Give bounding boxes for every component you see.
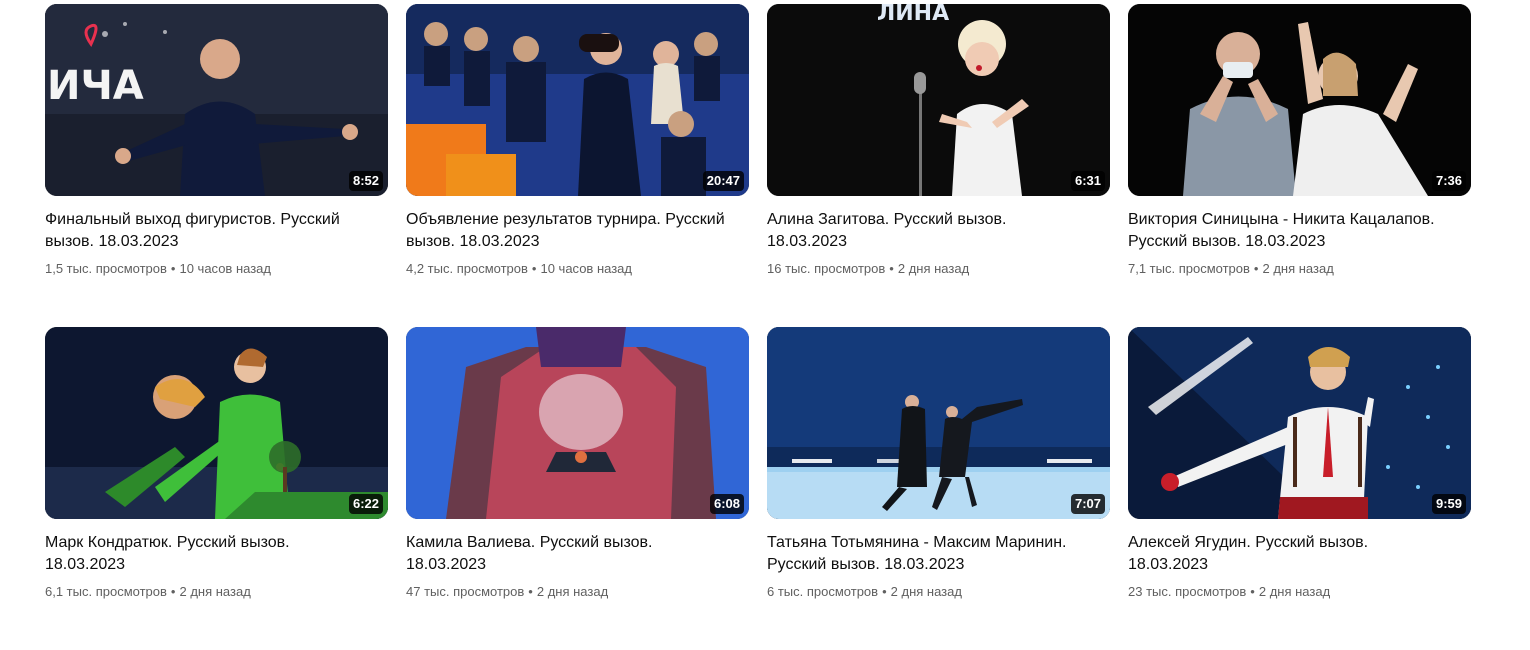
upload-age: 2 дня назад	[1258, 584, 1331, 599]
thumbnail-image	[1128, 4, 1471, 196]
video-card[interactable]: ИЧА 8:52 Финальный выход фигуристов. Рус…	[45, 4, 388, 327]
view-count: 4,2 тыс. просмотров	[406, 261, 528, 276]
video-card[interactable]: 7:07 Татьяна Тотьмянина - Максим Маринин…	[767, 327, 1110, 650]
video-thumbnail[interactable]: 20:47	[406, 4, 749, 196]
meta-separator: •	[882, 584, 887, 599]
video-meta: 4,2 тыс. просмотров • 10 часов назад	[406, 260, 749, 278]
video-duration: 20:47	[702, 171, 744, 191]
video-duration: 6:22	[348, 494, 383, 514]
video-thumbnail[interactable]: ИЧА 8:52	[45, 4, 388, 196]
view-count: 23 тыс. просмотров	[1128, 584, 1247, 599]
thumbnail-image	[406, 4, 749, 196]
video-duration: 8:52	[348, 171, 383, 191]
meta-separator: •	[170, 584, 176, 599]
view-count: 1,5 тыс. просмотров	[45, 261, 167, 276]
video-card[interactable]: 9:59 Алексей Ягудин. Русский вызов. 18.0…	[1128, 327, 1471, 650]
video-meta: 6 тыс. просмотров • 2 дня назад	[767, 583, 1110, 601]
video-thumbnail[interactable]: 9:59	[1128, 327, 1471, 519]
upload-age: 10 часов назад	[540, 261, 632, 276]
video-title[interactable]: Виктория Синицына - Никита Кацалапов. Ру…	[1128, 209, 1471, 253]
thumbnail-image	[45, 327, 388, 519]
upload-age: 2 дня назад	[897, 261, 970, 276]
video-title[interactable]: Алексей Ягудин. Русский вызов. 18.03.202…	[1128, 532, 1471, 576]
meta-separator: •	[889, 261, 894, 276]
video-grid: ИЧА 8:52 Финальный выход фигуристов. Рус…	[45, 4, 1471, 650]
video-title[interactable]: Объявление результатов турнира. Русский …	[406, 209, 749, 253]
video-thumbnail[interactable]: 7:36	[1128, 4, 1471, 196]
video-card[interactable]: 20:47 Объявление результатов турнира. Ру…	[406, 4, 749, 327]
thumbnail-image	[406, 327, 749, 519]
video-title[interactable]: Алина Загитова. Русский вызов. 18.03.202…	[767, 209, 1110, 253]
video-meta: 23 тыс. просмотров • 2 дня назад	[1128, 583, 1471, 601]
video-title[interactable]: Татьяна Тотьмянина - Максим Маринин. Рус…	[767, 532, 1110, 576]
video-duration: 6:31	[1070, 171, 1105, 191]
thumbnail-image: ИЧА	[45, 4, 388, 196]
video-card[interactable]: 6:22 Марк Кондратюк. Русский вызов. 18.0…	[45, 327, 388, 650]
view-count: 6 тыс. просмотров	[767, 584, 879, 599]
meta-separator: •	[528, 584, 533, 599]
video-meta: 16 тыс. просмотров • 2 дня назад	[767, 260, 1110, 278]
video-title[interactable]: Марк Кондратюк. Русский вызов. 18.03.202…	[45, 532, 388, 576]
video-meta: 6,1 тыс. просмотров • 2 дня назад	[45, 583, 388, 601]
svg-text:ЛИНА: ЛИНА	[877, 4, 949, 26]
upload-age: 10 часов назад	[179, 261, 271, 276]
meta-separator: •	[1253, 261, 1259, 276]
meta-separator: •	[531, 261, 537, 276]
upload-age: 2 дня назад	[536, 584, 609, 599]
upload-age: 2 дня назад	[1262, 261, 1334, 276]
view-count: 7,1 тыс. просмотров	[1128, 261, 1250, 276]
meta-separator: •	[170, 261, 176, 276]
thumbnail-image	[767, 327, 1110, 519]
video-meta: 7,1 тыс. просмотров • 2 дня назад	[1128, 260, 1471, 278]
meta-separator: •	[1250, 584, 1255, 599]
thumbnail-image: ЛИНА	[767, 4, 1110, 196]
video-title[interactable]: Камила Валиева. Русский вызов. 18.03.202…	[406, 532, 749, 576]
video-meta: 1,5 тыс. просмотров • 10 часов назад	[45, 260, 388, 278]
view-count: 47 тыс. просмотров	[406, 584, 525, 599]
upload-age: 2 дня назад	[890, 584, 962, 599]
video-duration: 6:08	[709, 494, 744, 514]
video-title[interactable]: Финальный выход фигуристов. Русский вызо…	[45, 209, 388, 253]
video-thumbnail[interactable]: 6:22	[45, 327, 388, 519]
video-meta: 47 тыс. просмотров • 2 дня назад	[406, 583, 749, 601]
video-card[interactable]: ЛИНА 6:31 Алина Загитова. Русский вызов.…	[767, 4, 1110, 327]
view-count: 6,1 тыс. просмотров	[45, 584, 167, 599]
thumbnail-image	[1128, 327, 1471, 519]
video-duration: 7:36	[1431, 171, 1466, 191]
upload-age: 2 дня назад	[179, 584, 251, 599]
video-card[interactable]: 7:36 Виктория Синицына - Никита Кацалапо…	[1128, 4, 1471, 327]
view-count: 16 тыс. просмотров	[767, 261, 886, 276]
video-thumbnail[interactable]: 7:07	[767, 327, 1110, 519]
video-thumbnail[interactable]: ЛИНА 6:31	[767, 4, 1110, 196]
video-duration: 9:59	[1431, 494, 1466, 514]
video-duration: 7:07	[1070, 494, 1105, 514]
svg-text:ИЧА: ИЧА	[47, 63, 144, 109]
video-card[interactable]: 6:08 Камила Валиева. Русский вызов. 18.0…	[406, 327, 749, 650]
video-thumbnail[interactable]: 6:08	[406, 327, 749, 519]
